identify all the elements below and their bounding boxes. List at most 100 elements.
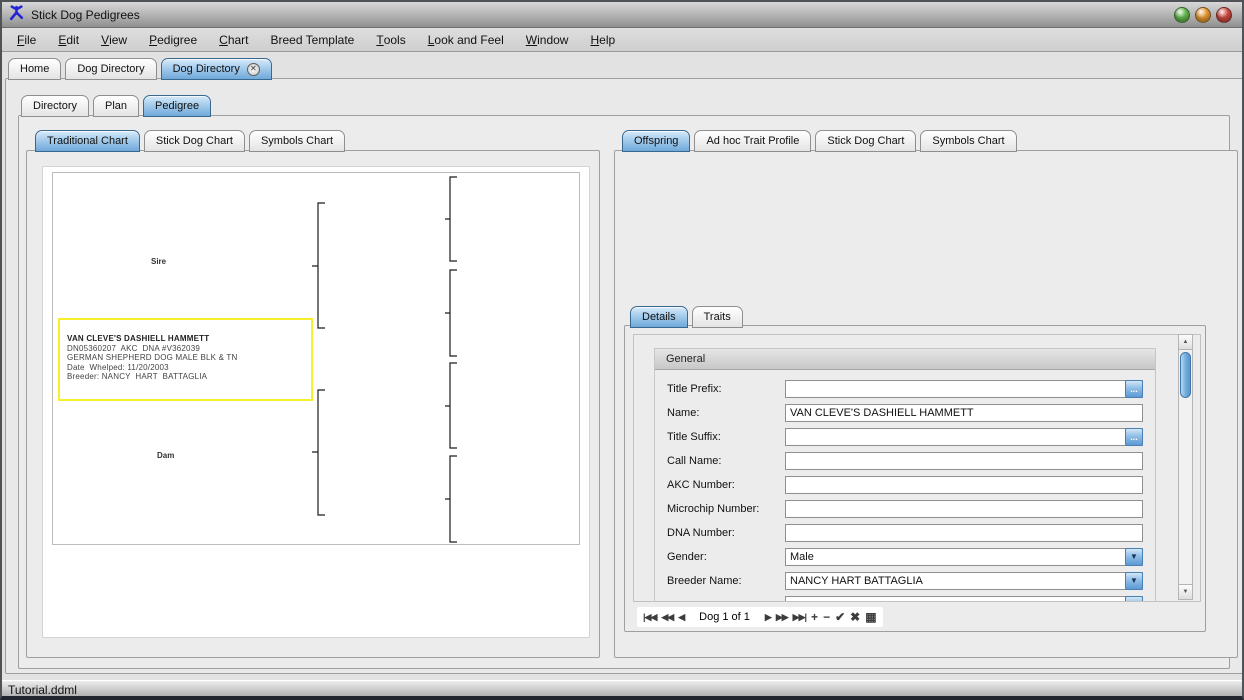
title-bar[interactable]: Stick Dog Pedigrees [2,2,1242,28]
microchip-number-label: Microchip Number: [667,503,785,515]
nav-last-button[interactable]: ▶▶| [793,612,806,623]
doc-tab-label: Dog Directory [77,63,144,75]
item-dropdown-button[interactable]: ▼ [1125,596,1143,602]
maximize-button[interactable] [1195,7,1211,23]
dog-counter: Dog 1 of 1 [689,611,760,623]
minimize-button[interactable] [1174,7,1190,23]
title-suffix-field[interactable] [785,428,1143,446]
title-suffix-lookup-button[interactable]: ... [1125,428,1143,446]
dog-tab-symbols-chart[interactable]: Symbols Chart [920,130,1016,152]
chart-tab-symbols-chart[interactable]: Symbols Chart [249,130,345,152]
dog-tab-offspring[interactable]: Offspring [622,130,690,152]
doc-tab-label: Home [20,63,49,75]
document-tabs: Home Dog Directory Dog Directory✕ [8,58,276,80]
doc-tab-home[interactable]: Home [8,58,61,80]
title-prefix-lookup-button[interactable]: ... [1125,380,1143,398]
dog-name: VAN CLEVE'S DASHIELL HAMMETT [67,334,311,344]
chart-tab-stick-dog-chart[interactable]: Stick Dog Chart [144,130,245,152]
form-row: Breeder Name:NANCY HART BATTAGLIA▼ [667,572,1143,590]
dog-tab-ad-hoc-trait-profile[interactable]: Ad hoc Trait Profile [694,130,811,152]
dog-registration: DN05360207 AKC DNA #V362039 [67,344,311,354]
menu-tools[interactable]: Tools [365,28,416,51]
nav-first-button[interactable]: |◀◀ [643,612,656,623]
detail-tab-traits[interactable]: Traits [692,306,743,328]
breeder-name-dropdown-button[interactable]: ▼ [1125,572,1143,590]
menu-window[interactable]: Window [515,28,580,51]
name-field[interactable]: VAN CLEVE'S DASHIELL HAMMETT [785,404,1143,422]
detail-tab-label: Details [642,311,676,323]
menu-pedigree[interactable]: Pedigree [138,28,208,51]
remove-button[interactable]: − [823,610,830,624]
app-icon [8,4,25,26]
view-tab-label: Plan [105,100,127,112]
detail-tab-details[interactable]: Details [630,306,688,328]
field-control: ... [785,380,1143,398]
nav-prev-button[interactable]: ◀ [678,612,684,623]
scroll-down-icon[interactable]: ▼ [1179,584,1192,599]
general-group: General Title Prefix:... Name:VAN CLEVE'S… [654,348,1156,602]
grid-button[interactable]: ▦ [865,610,876,624]
form-row: ▼ [667,596,1143,602]
scroll-up-icon[interactable]: ▲ [1179,335,1192,350]
dog-breed: GERMAN SHEPHERD DOG MALE BLK & TN [67,353,311,363]
general-title: General [655,349,1155,370]
dog-whelped: Date Whelped: 11/20/2003 [67,363,311,373]
view-tab-directory[interactable]: Directory [21,95,89,117]
dna-number-field[interactable] [785,524,1143,542]
form-row: Call Name: [667,452,1143,470]
nav-next-button[interactable]: ▶ [765,612,771,623]
item-field[interactable] [785,596,1143,602]
menu-look-and-feel[interactable]: Look and Feel [417,28,515,51]
gender-field[interactable]: Male [785,548,1143,566]
detail-tabs: Details Traits [630,306,747,328]
breeder-name-field[interactable]: NANCY HART BATTAGLIA [785,572,1143,590]
window-controls [1174,7,1232,23]
field-control: VAN CLEVE'S DASHIELL HAMMETT [785,404,1143,422]
call-name-field[interactable] [785,452,1143,470]
gender-dropdown-button[interactable]: ▼ [1125,548,1143,566]
microchip-number-field[interactable] [785,500,1143,518]
view-tab-label: Pedigree [155,100,199,112]
view-tab-plan[interactable]: Plan [93,95,139,117]
form-row: Gender:Male▼ [667,548,1143,566]
menu-chart[interactable]: Chart [208,28,259,51]
dog-tab-stick-dog-chart[interactable]: Stick Dog Chart [815,130,916,152]
gender-label: Gender: [667,551,785,563]
details-scrollbar[interactable]: ▲ ▼ [1178,334,1193,600]
breeder-name-label: Breeder Name: [667,575,785,587]
add-button[interactable]: + [811,610,818,624]
menu-edit[interactable]: Edit [47,28,90,51]
title-suffix-label: Title Suffix: [667,431,785,443]
form-row: AKC Number: [667,476,1143,494]
scrollbar-thumb[interactable] [1180,352,1191,398]
title-prefix-field[interactable] [785,380,1143,398]
menu-help[interactable]: Help [579,28,626,51]
field-control [785,476,1143,494]
details-panel: General Title Prefix:... Name:VAN CLEVE'S… [624,325,1206,632]
app-window: Stick Dog Pedigrees FileEditViewPedigree… [0,0,1244,700]
menu-breed-template[interactable]: Breed Template [260,28,366,51]
form-row: Title Prefix:... [667,380,1143,398]
details-scroll-area: General Title Prefix:... Name:VAN CLEVE'S… [633,334,1201,602]
view-tab-pedigree[interactable]: Pedigree [143,95,211,117]
dog-tab-label: Ad hoc Trait Profile [706,135,799,147]
view-tab-label: Directory [33,100,77,112]
dog-tab-label: Offspring [634,135,678,147]
chart-tab-traditional-chart[interactable]: Traditional Chart [35,130,140,152]
nav-rewind-button[interactable]: ◀◀ [661,612,673,623]
tab-close-icon[interactable]: ✕ [247,63,260,76]
selected-dog-node[interactable]: VAN CLEVE'S DASHIELL HAMMETT DN05360207 … [58,318,313,401]
dna-number-label: DNA Number: [667,527,785,539]
commit-button[interactable]: ✔ [835,610,845,624]
name-label: Name: [667,407,785,419]
status-file-name: Tutorial.ddml [8,683,77,697]
sire-label: Sire [151,257,166,266]
menu-file[interactable]: File [6,28,47,51]
close-button[interactable] [1216,7,1232,23]
nav-forward-button[interactable]: ▶▶ [776,612,788,623]
doc-tab-dog-directory[interactable]: Dog Directory [65,58,156,80]
akc-number-field[interactable] [785,476,1143,494]
cancel-button[interactable]: ✖ [850,610,860,624]
menu-view[interactable]: View [90,28,138,51]
doc-tab-dog-directory[interactable]: Dog Directory✕ [161,58,272,80]
